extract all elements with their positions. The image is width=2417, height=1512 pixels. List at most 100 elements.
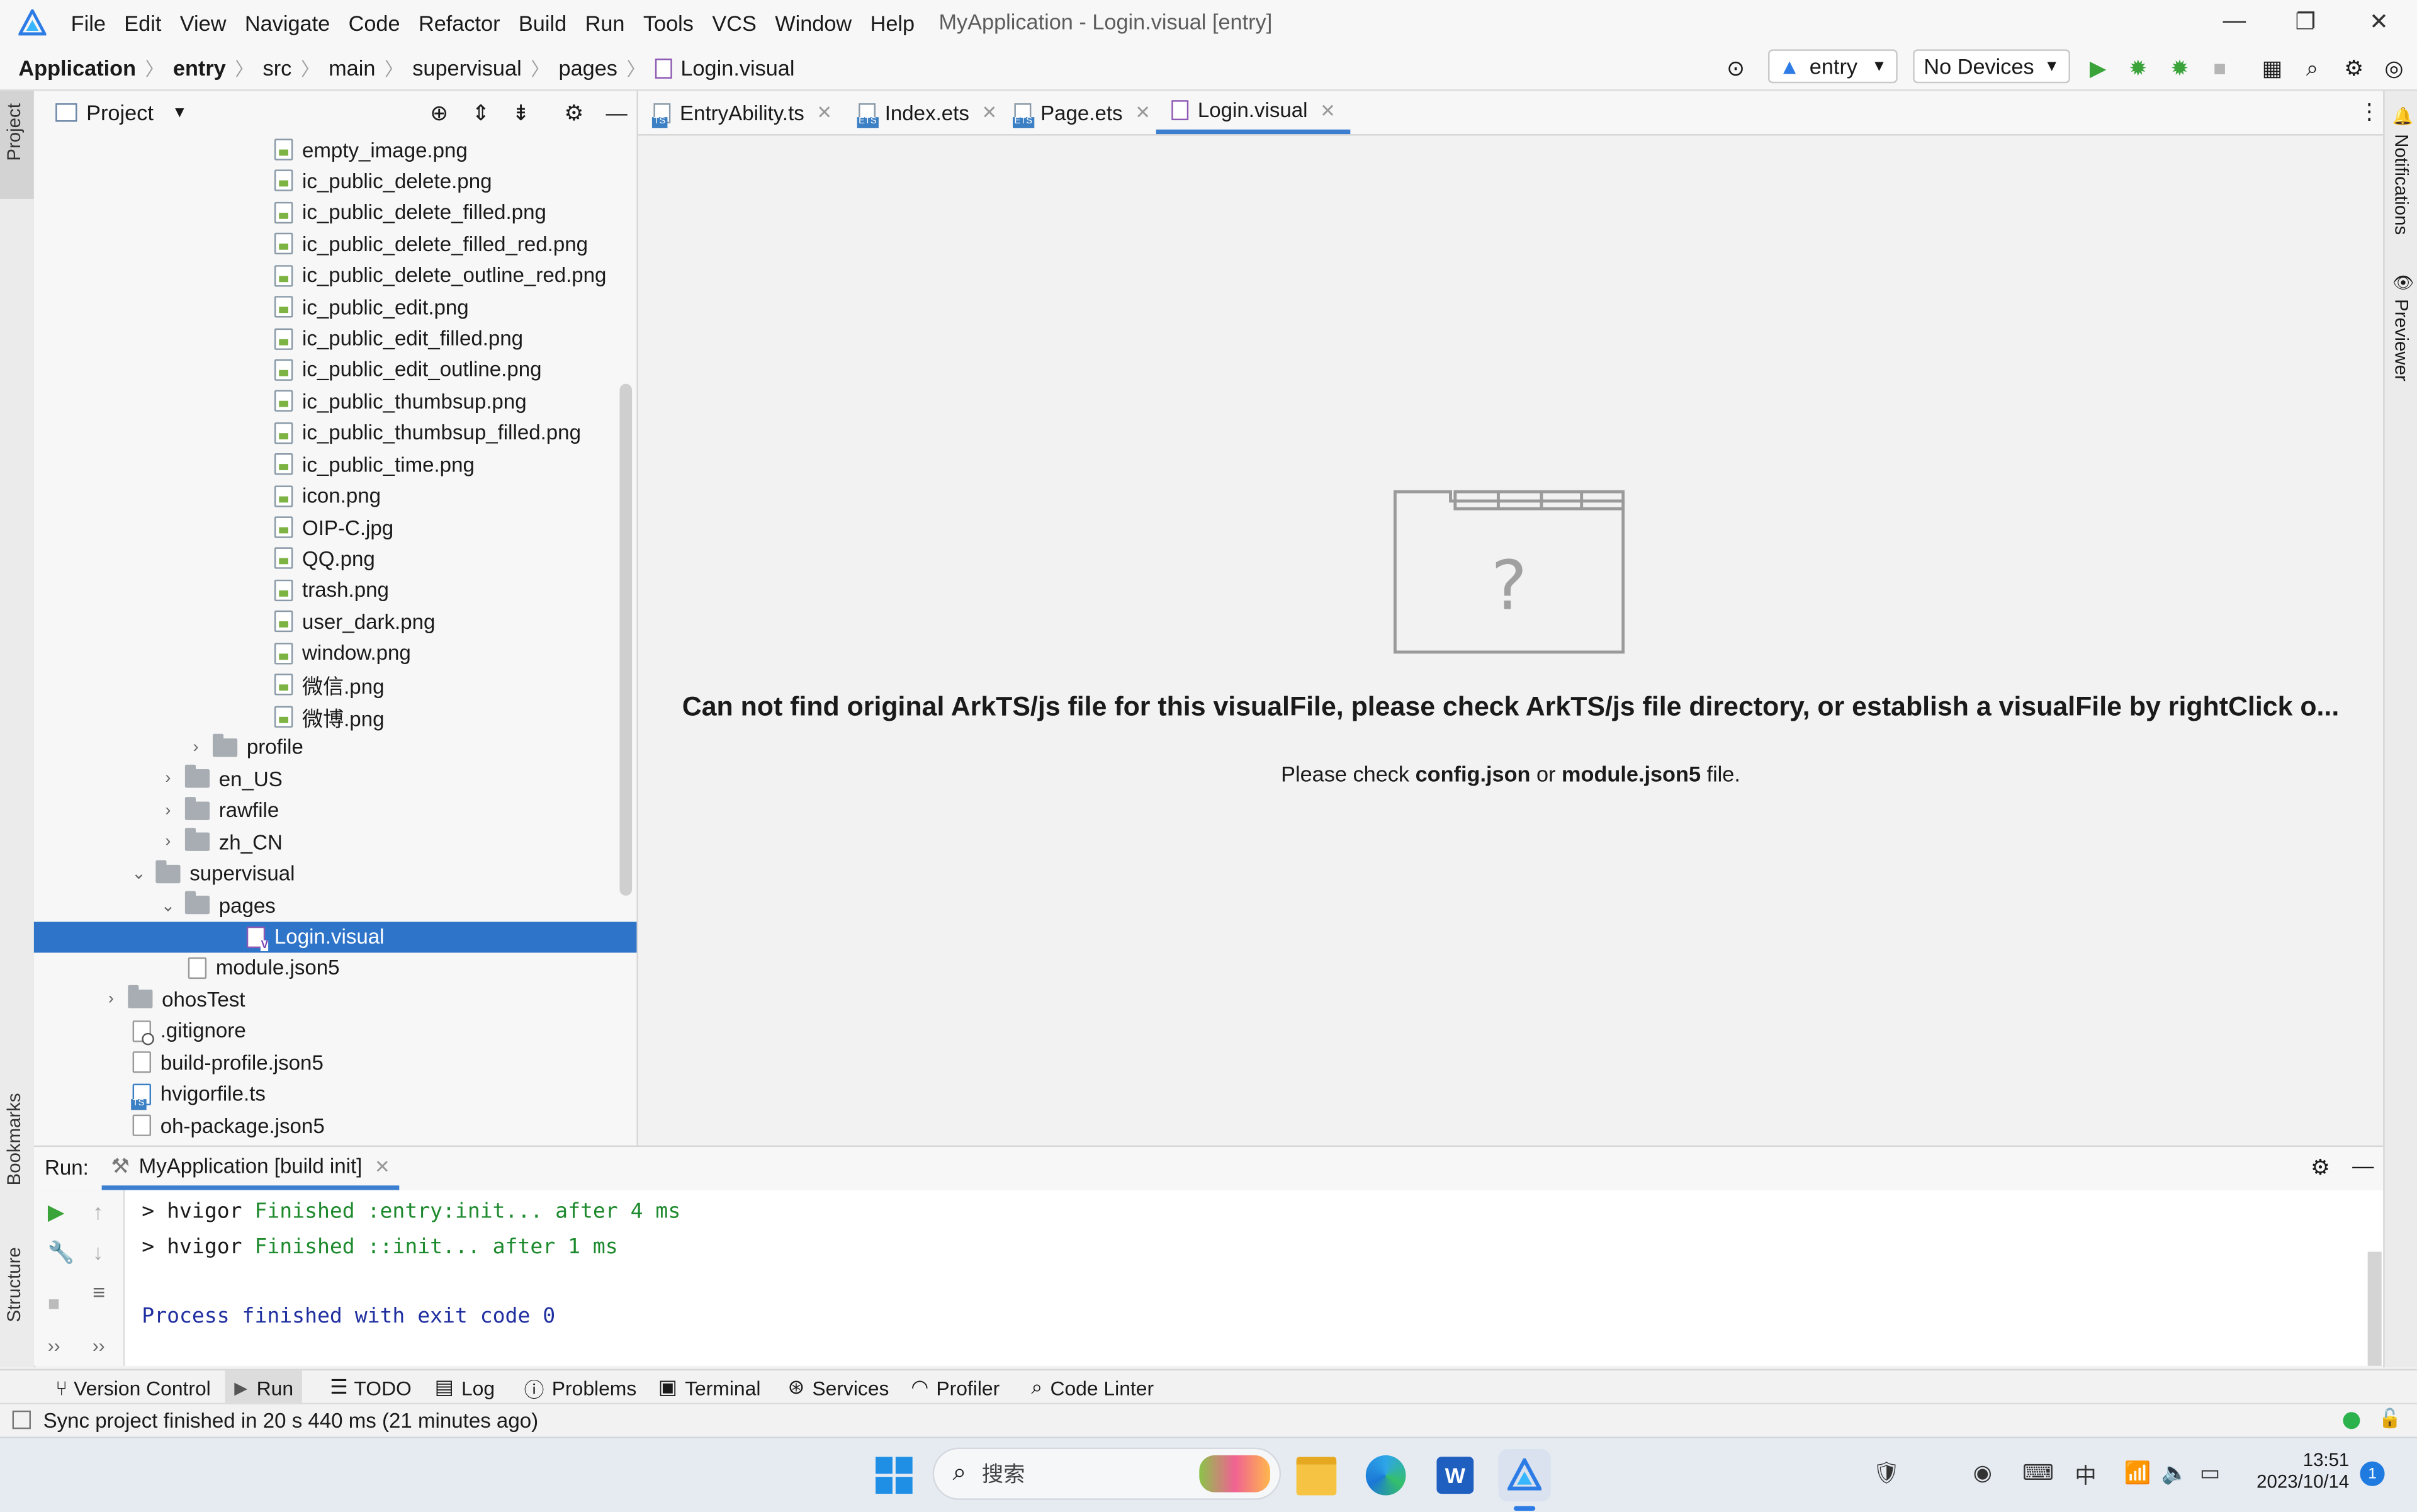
tree-item[interactable]: user_dark.png bbox=[34, 606, 637, 637]
tool-version-control[interactable]: ⑂ Version Control bbox=[55, 1370, 211, 1404]
menu-file[interactable]: File bbox=[71, 11, 106, 35]
menu-edit[interactable]: Edit bbox=[124, 11, 161, 35]
tree-item[interactable]: ⌄ pages bbox=[34, 889, 637, 920]
word-icon[interactable]: W bbox=[1429, 1449, 1481, 1501]
tab-entryability[interactable]: EntryAbility.ts ✕ bbox=[651, 91, 832, 134]
breadcrumb-pages[interactable]: pages bbox=[559, 55, 617, 80]
menu-run[interactable]: Run bbox=[585, 11, 625, 35]
tool-run[interactable]: ▶ Run bbox=[225, 1370, 303, 1405]
menu-view[interactable]: View bbox=[180, 11, 227, 35]
tree-item[interactable]: ic_public_edit_filled.png bbox=[34, 323, 637, 354]
expand-all-icon[interactable]: ⇕ bbox=[471, 99, 490, 126]
stop-icon[interactable]: ■ bbox=[48, 1292, 60, 1315]
keyboard-icon[interactable]: ⌨ bbox=[2022, 1460, 2054, 1486]
minimize-icon[interactable]: — bbox=[2223, 8, 2246, 34]
menu-refactor[interactable]: Refactor bbox=[419, 11, 500, 35]
notification-badge[interactable]: 1 bbox=[2360, 1461, 2385, 1486]
tree-item[interactable]: › ohosTest bbox=[34, 984, 637, 1015]
search-icon[interactable]: ⌕ bbox=[2298, 54, 2326, 82]
breadcrumb-entry[interactable]: entry bbox=[173, 55, 226, 80]
tree-item[interactable]: ic_public_delete_filled.png bbox=[34, 197, 637, 228]
tab-index[interactable]: Index.ets ✕ bbox=[857, 91, 998, 134]
chevron-right-icon[interactable]: › bbox=[157, 833, 179, 851]
console-output[interactable]: > hvigor Finished :entry:init... after 4… bbox=[125, 1190, 2384, 1366]
tab-structure[interactable]: Structure bbox=[3, 1247, 25, 1322]
close-tab-icon[interactable]: ✕ bbox=[816, 102, 832, 123]
gear-icon[interactable]: ⚙ bbox=[564, 99, 583, 126]
tree-item[interactable]: ic_public_delete_outline_red.png bbox=[34, 260, 637, 291]
tree-item[interactable]: ic_public_edit.png bbox=[34, 291, 637, 322]
gear-icon[interactable]: ⚙ bbox=[2311, 1154, 2330, 1181]
menu-help[interactable]: Help bbox=[870, 11, 915, 35]
device-select[interactable]: No Devices ▼ bbox=[1913, 49, 2071, 84]
close-tab-icon[interactable]: ✕ bbox=[982, 102, 998, 123]
project-scrollbar[interactable] bbox=[619, 383, 633, 896]
chevron-right-icon[interactable]: › bbox=[185, 738, 206, 757]
attach-debugger-icon[interactable]: ✹ bbox=[2166, 54, 2194, 82]
tool-profiler[interactable]: ◠ Profiler bbox=[911, 1370, 1000, 1404]
menu-vcs[interactable]: VCS bbox=[712, 11, 757, 35]
breadcrumb-login-visual[interactable]: Login.visual bbox=[680, 55, 794, 80]
tree-item[interactable]: oh-package.json5 bbox=[34, 1110, 637, 1141]
tab-previewer[interactable]: Previewer bbox=[2391, 299, 2412, 381]
chevron-right-icon[interactable]: › bbox=[100, 990, 121, 1008]
stop-icon[interactable]: ■ bbox=[2206, 54, 2234, 82]
close-icon[interactable]: ✕ bbox=[2369, 8, 2389, 36]
tree-item[interactable]: Login.visual bbox=[33, 921, 637, 952]
locate-icon[interactable]: ⊕ bbox=[430, 99, 448, 126]
status-message[interactable]: Sync project finished in 20 s 440 ms (21… bbox=[43, 1409, 539, 1432]
tree-item[interactable]: ic_public_delete_filled_red.png bbox=[34, 228, 637, 259]
breadcrumb-supervisual[interactable]: supervisual bbox=[412, 55, 521, 80]
wifi-icon[interactable]: 📶 bbox=[2124, 1460, 2151, 1486]
tree-item[interactable]: empty_image.png bbox=[34, 134, 637, 165]
tree-item[interactable]: icon.png bbox=[34, 480, 637, 511]
tree-item[interactable]: .gitignore bbox=[34, 1015, 637, 1046]
battery-icon[interactable]: ▭ bbox=[2200, 1460, 2220, 1486]
tree-item[interactable]: module.json5 bbox=[34, 952, 637, 983]
clock[interactable]: 13:51 2023/10/14 bbox=[2251, 1449, 2349, 1492]
hide-panel-icon[interactable]: — bbox=[2352, 1153, 2374, 1178]
tree-item[interactable]: ⌄ supervisual bbox=[34, 858, 637, 889]
security-shield-icon[interactable]: 🛡 bbox=[1873, 1460, 1901, 1486]
run-config-select[interactable]: ▲ entry ▼ bbox=[1768, 49, 1898, 84]
tree-item[interactable]: › zh_CN bbox=[34, 827, 637, 857]
tree-item[interactable]: ic_public_delete.png bbox=[34, 166, 637, 196]
tree-item[interactable]: ic_public_time.png bbox=[34, 449, 637, 480]
chevron-down-icon[interactable]: ▼ bbox=[172, 104, 187, 121]
tab-login-visual[interactable]: Login.visual ✕ bbox=[1156, 91, 1351, 135]
chevron-right-icon[interactable]: › bbox=[157, 770, 179, 788]
status-panel-icon[interactable] bbox=[12, 1410, 31, 1430]
file-explorer-icon[interactable] bbox=[1290, 1449, 1343, 1501]
collapse-all-icon[interactable]: ⇟ bbox=[512, 99, 530, 126]
chevron-down-icon[interactable]: ⌄ bbox=[128, 864, 149, 883]
tray-app-icon[interactable]: ◉ bbox=[1973, 1460, 1992, 1486]
tree-item[interactable]: › en_US bbox=[34, 764, 637, 794]
account-icon[interactable]: ◎ bbox=[2380, 54, 2408, 82]
menu-tools[interactable]: Tools bbox=[643, 11, 694, 35]
chevron-right-icon[interactable]: › bbox=[157, 801, 179, 820]
hide-panel-icon[interactable]: — bbox=[606, 100, 627, 125]
breadcrumb-src[interactable]: src bbox=[263, 55, 292, 80]
wrench-icon[interactable]: 🔧 bbox=[48, 1239, 75, 1266]
tree-item[interactable]: window.png bbox=[34, 638, 637, 669]
tree-item[interactable]: build-profile.json5 bbox=[34, 1047, 637, 1078]
project-panel-title[interactable]: Project bbox=[86, 100, 154, 125]
tool-log[interactable]: ▤ Log bbox=[435, 1370, 495, 1404]
taskbar-search[interactable]: ⌕ 搜索 bbox=[932, 1447, 1282, 1500]
tree-item[interactable]: ic_public_thumbsup.png bbox=[34, 386, 637, 417]
close-tab-icon[interactable]: ✕ bbox=[1320, 99, 1336, 121]
volume-icon[interactable]: 🔈 bbox=[2161, 1460, 2188, 1486]
run-icon[interactable]: ▶ bbox=[2084, 54, 2112, 82]
close-tab-icon[interactable]: ✕ bbox=[375, 1156, 390, 1177]
soft-wrap-icon[interactable]: ≡ bbox=[93, 1280, 105, 1304]
tree-item[interactable]: 微博.png bbox=[34, 701, 637, 731]
tab-project[interactable]: Project bbox=[3, 103, 25, 161]
tool-code-linter[interactable]: ⌕ Code Linter bbox=[1031, 1370, 1154, 1404]
menu-build[interactable]: Build bbox=[519, 11, 566, 35]
menu-window[interactable]: Window bbox=[775, 11, 852, 35]
settings-gear-icon[interactable]: ⚙ bbox=[2340, 54, 2368, 82]
tree-item[interactable]: hvigorfile.ts bbox=[34, 1078, 637, 1110]
lock-icon[interactable]: 🔓 bbox=[2379, 1408, 2402, 1429]
status-ok-indicator[interactable] bbox=[2343, 1412, 2360, 1430]
tree-item[interactable]: ic_public_edit_outline.png bbox=[34, 354, 637, 385]
